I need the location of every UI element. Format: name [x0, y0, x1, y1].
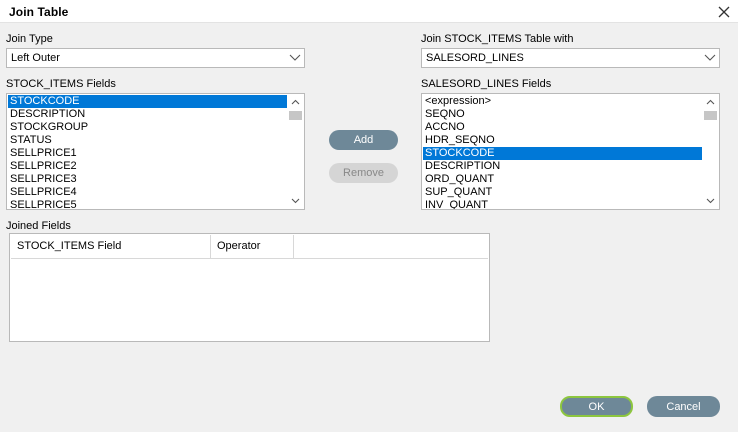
list-item[interactable]: DESCRIPTION [8, 108, 287, 121]
list-item[interactable]: ACCNO [423, 121, 702, 134]
close-button[interactable] [710, 0, 738, 23]
list-item[interactable]: STOCKGROUP [8, 121, 287, 134]
vertical-scrollbar[interactable] [702, 94, 719, 209]
join-with-label: Join STOCK_ITEMS Table with [421, 33, 574, 45]
chevron-down-icon [703, 51, 717, 65]
chevron-down-icon [288, 51, 302, 65]
list-item[interactable]: HDR_SEQNO [423, 134, 702, 147]
list-item[interactable]: DESCRIPTION [423, 160, 702, 173]
list-item[interactable]: SELLPRICE5 [8, 199, 287, 209]
scroll-up-icon[interactable] [287, 95, 304, 109]
join-with-value: SALESORD_LINES [426, 52, 524, 64]
list-item[interactable]: SELLPRICE3 [8, 173, 287, 186]
join-with-select[interactable]: SALESORD_LINES [421, 48, 720, 68]
join-type-label: Join Type [6, 33, 53, 45]
joined-fields-grid[interactable]: STOCK_ITEMS Field Operator [9, 233, 490, 342]
list-item[interactable]: STATUS [8, 134, 287, 147]
scroll-down-icon[interactable] [702, 194, 719, 208]
scroll-thumb[interactable] [289, 111, 302, 120]
scroll-down-icon[interactable] [287, 194, 304, 208]
title-bar: Join Table [0, 0, 738, 23]
list-item[interactable]: STOCKCODE [423, 147, 702, 160]
list-item[interactable]: INV_QUANT [423, 199, 702, 209]
join-type-value: Left Outer [11, 52, 60, 64]
ok-button[interactable]: OK [560, 396, 633, 417]
salesord-lines-fields-label: SALESORD_LINES Fields [421, 78, 552, 90]
column-header-stock-items-field[interactable]: STOCK_ITEMS Field [11, 235, 211, 258]
list-item[interactable]: <expression> [423, 95, 702, 108]
stock-items-fields-list[interactable]: STOCKCODE DESCRIPTION STOCKGROUP STATUS … [6, 93, 305, 210]
list-item[interactable]: SELLPRICE1 [8, 147, 287, 160]
list-item[interactable]: STOCKCODE [8, 95, 287, 108]
grid-header: STOCK_ITEMS Field Operator [11, 235, 488, 259]
scroll-up-icon[interactable] [702, 95, 719, 109]
window-title: Join Table [9, 5, 69, 19]
list-item[interactable]: SELLPRICE4 [8, 186, 287, 199]
cancel-button[interactable]: Cancel [647, 396, 720, 417]
remove-button[interactable]: Remove [329, 163, 398, 183]
join-type-select[interactable]: Left Outer [6, 48, 305, 68]
joined-fields-label: Joined Fields [6, 220, 71, 232]
list-item[interactable]: SUP_QUANT [423, 186, 702, 199]
column-header-operator[interactable]: Operator [211, 235, 294, 258]
list-item[interactable]: SEQNO [423, 108, 702, 121]
stock-items-fields-label: STOCK_ITEMS Fields [6, 78, 116, 90]
close-icon [718, 6, 730, 17]
list-item[interactable]: SELLPRICE2 [8, 160, 287, 173]
scroll-thumb[interactable] [704, 111, 717, 120]
add-button[interactable]: Add [329, 130, 398, 150]
vertical-scrollbar[interactable] [287, 94, 304, 209]
list-item[interactable]: ORD_QUANT [423, 173, 702, 186]
salesord-lines-fields-list[interactable]: <expression> SEQNO ACCNO HDR_SEQNO STOCK… [421, 93, 720, 210]
